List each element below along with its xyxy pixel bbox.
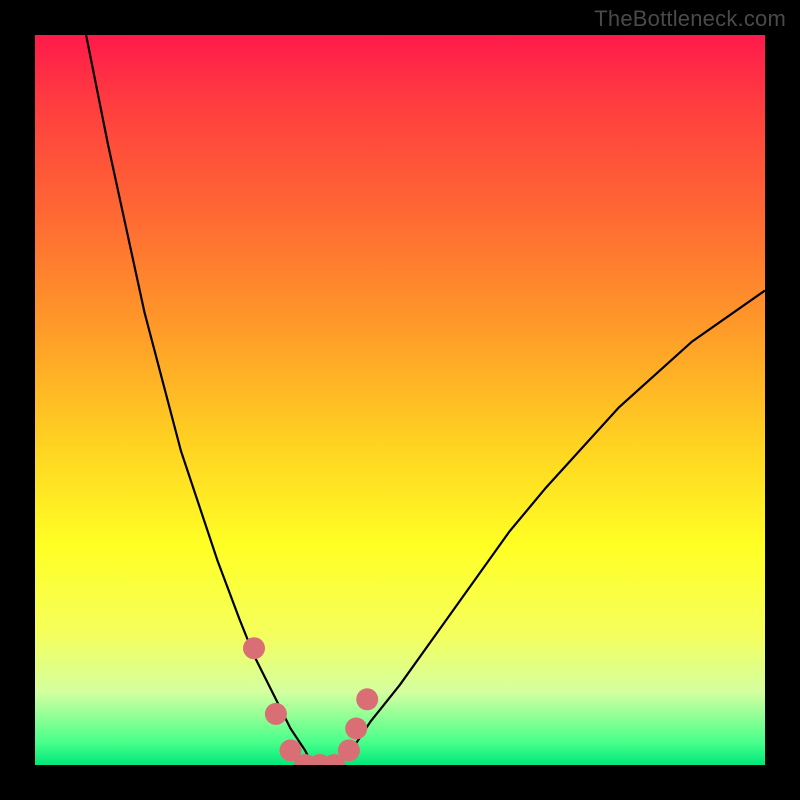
marker-group [243,637,378,765]
marker-point [243,637,265,659]
chart-frame: TheBottleneck.com [0,0,800,800]
marker-point [338,739,360,761]
plot-area [35,35,765,765]
marker-point [345,718,367,740]
curve-svg [35,35,765,765]
bottleneck-curve [86,35,765,765]
watermark-text: TheBottleneck.com [594,6,786,32]
marker-point [265,703,287,725]
marker-point [356,688,378,710]
